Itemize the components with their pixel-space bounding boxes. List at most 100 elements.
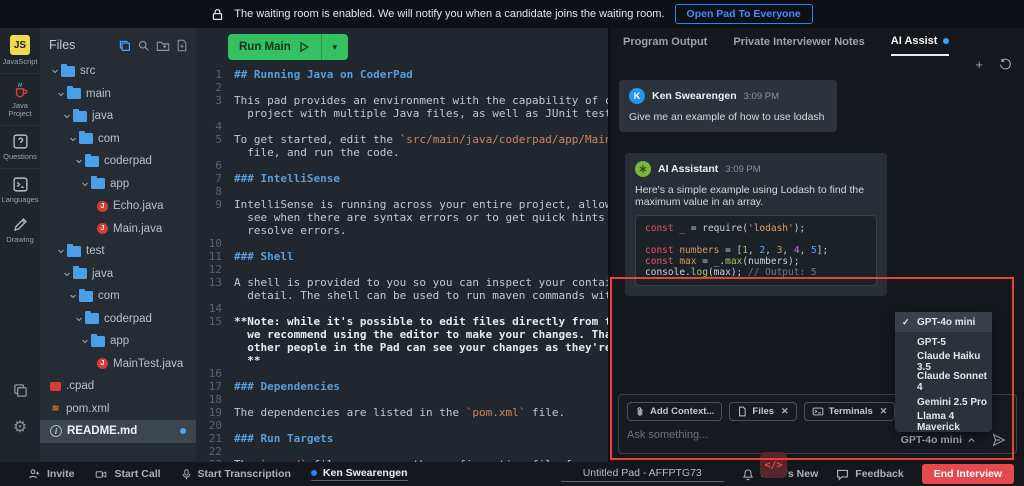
model-option-llama-4-maverick[interactable]: Llama 4 Maverick <box>895 412 992 432</box>
tab-program-output[interactable]: Program Output <box>623 36 707 56</box>
chevron-down-icon[interactable] <box>73 157 85 165</box>
tree-folder-coderpad[interactable]: coderpad <box>40 308 196 331</box>
editor-line[interactable]: 5To get started, edit the `src/main/java… <box>196 133 608 146</box>
sidebar-item-questions[interactable]: Questions <box>0 126 40 169</box>
editor-line[interactable]: 2 <box>196 81 608 94</box>
editor-line[interactable]: 17### Dependencies <box>196 380 608 393</box>
editor-line[interactable]: 19The dependencies are listed in the `po… <box>196 406 608 419</box>
editor-line[interactable]: see when there are syntax errors or to g… <box>196 211 608 224</box>
editor-line[interactable]: we recommend using the editor to make yo… <box>196 328 608 341</box>
sidebar-item-languages[interactable]: Languages <box>0 169 40 211</box>
model-option-claude-sonnet-4[interactable]: Claude Sonnet 4 <box>895 372 992 392</box>
chevron-down-icon[interactable] <box>79 337 91 345</box>
editor-line[interactable]: other people in the Pad can see your cha… <box>196 341 608 354</box>
editor-line[interactable]: 18 <box>196 393 608 406</box>
chevron-down-icon[interactable] <box>61 112 73 120</box>
tab-ai-assist[interactable]: AI Assist <box>891 36 950 56</box>
open-pad-button[interactable]: Open Pad To Everyone <box>675 4 813 24</box>
tree-folder-java[interactable]: java <box>40 263 196 286</box>
statusbar-start-transcription[interactable]: Start Transcription <box>181 468 291 481</box>
tree-folder-app[interactable]: app <box>40 173 196 196</box>
editor-line[interactable]: 8 <box>196 185 608 198</box>
editor-line[interactable]: project with multiple Java files, as wel… <box>196 107 608 120</box>
chip-close-icon[interactable]: ✕ <box>781 406 789 417</box>
run-main-button[interactable]: Run Main <box>228 34 321 60</box>
chevron-down-icon[interactable] <box>67 135 79 143</box>
tree-folder-main[interactable]: main <box>40 83 196 106</box>
chip-close-icon[interactable]: ✕ <box>880 406 888 417</box>
sidebar-item-javascript[interactable]: JSJavaScript <box>0 28 40 74</box>
end-interview-button[interactable]: End Interview <box>922 464 1014 484</box>
tree-folder-com[interactable]: com <box>40 285 196 308</box>
editor-line[interactable]: 6 <box>196 159 608 172</box>
tree-folder-app[interactable]: app <box>40 330 196 353</box>
tree-folder-test[interactable]: test <box>40 240 196 263</box>
tree-folder-java[interactable]: java <box>40 105 196 128</box>
model-option-gpt-4o-mini[interactable]: ✓GPT-4o mini <box>895 312 992 332</box>
sidebar-item-drawing[interactable]: Drawing <box>0 210 40 251</box>
new-file-icon[interactable] <box>176 39 188 52</box>
chip-terminals[interactable]: Terminals✕ <box>804 402 896 421</box>
chevron-down-icon[interactable] <box>49 67 61 75</box>
editor-line[interactable]: 22 <box>196 445 608 458</box>
editor-line[interactable]: 11### Shell <box>196 250 608 263</box>
tree-file-echo-java[interactable]: Echo.java <box>40 195 196 218</box>
tree-file-main-java[interactable]: Main.java <box>40 218 196 241</box>
tree-file-pom-xml[interactable]: ≋pom.xml <box>40 398 196 421</box>
send-icon[interactable] <box>992 433 1006 447</box>
copy-icon[interactable] <box>13 383 28 398</box>
chip-files[interactable]: Files✕ <box>729 402 796 421</box>
settings-gear-icon[interactable]: ⚙ <box>13 420 27 436</box>
tree-folder-coderpad[interactable]: coderpad <box>40 150 196 173</box>
editor-line[interactable]: 12 <box>196 263 608 276</box>
pad-name-input[interactable]: Untitled Pad - AFFPTG73 <box>561 466 724 482</box>
model-option-gpt-5[interactable]: GPT-5 <box>895 332 992 352</box>
chip-add-context-[interactable]: Add Context... <box>627 402 722 421</box>
editor-line[interactable]: 15**Note: while it's possible to edit fi… <box>196 315 608 328</box>
tree-folder-com[interactable]: com <box>40 128 196 151</box>
run-options-caret[interactable]: ▾ <box>321 34 348 60</box>
editor-line[interactable]: resolve errors. <box>196 224 608 237</box>
duplicate-files-icon[interactable] <box>118 39 131 52</box>
tree-file-readme-md[interactable]: iREADME.md <box>40 420 196 443</box>
sidebar-item-java-project[interactable]: Java Project <box>0 74 40 126</box>
editor-line[interactable]: 3This pad provides an environment with t… <box>196 94 608 107</box>
statusbar-invite[interactable]: Invite <box>28 468 74 480</box>
model-option-claude-haiku-3-5[interactable]: Claude Haiku 3.5 <box>895 352 992 372</box>
model-option-gemini-2-5-pro[interactable]: Gemini 2.5 Pro <box>895 392 992 412</box>
current-user[interactable]: Ken Swearengen <box>311 467 408 481</box>
editor-line[interactable]: 13A shell is provided to you so you can … <box>196 276 608 289</box>
tree-file-maintest-java[interactable]: MainTest.java <box>40 353 196 376</box>
tree-item-name: java <box>92 110 113 122</box>
editor-line[interactable]: 20 <box>196 419 608 432</box>
editor-line[interactable]: 21### Run Targets <box>196 432 608 445</box>
tree-file--cpad[interactable]: .cpad <box>40 375 196 398</box>
editor-line[interactable]: 9IntelliSense is running across your ent… <box>196 198 608 211</box>
chevron-down-icon[interactable] <box>55 90 67 98</box>
editor-line[interactable]: 16 <box>196 367 608 380</box>
new-chat-plus-icon[interactable]: + <box>975 58 983 71</box>
statusbar-start-call[interactable]: Start Call <box>94 468 160 480</box>
chevron-down-icon[interactable] <box>55 247 67 255</box>
editor-line[interactable]: 10 <box>196 237 608 250</box>
code-editor[interactable]: Run Main ▾ 1## Running Java on CoderPad2… <box>196 28 611 462</box>
chevron-down-icon[interactable] <box>67 292 79 300</box>
history-icon[interactable] <box>999 58 1012 71</box>
editor-line[interactable]: detail. The shell can be used to run mav… <box>196 289 608 302</box>
editor-line[interactable]: file, and run the code. <box>196 146 608 159</box>
tab-private-interviewer-notes[interactable]: Private Interviewer Notes <box>733 36 864 56</box>
model-selector[interactable]: GPT-4o mini <box>901 434 976 446</box>
editor-line[interactable]: 1## Running Java on CoderPad <box>196 68 608 81</box>
editor-line[interactable]: 23The `.cpad` file serves as the configu… <box>196 458 608 462</box>
chevron-down-icon[interactable] <box>61 270 73 278</box>
editor-line[interactable]: 4 <box>196 120 608 133</box>
tree-folder-src[interactable]: src <box>40 60 196 83</box>
new-folder-icon[interactable] <box>156 39 170 52</box>
chevron-down-icon[interactable] <box>73 315 85 323</box>
search-icon[interactable] <box>137 39 150 52</box>
editor-line[interactable]: 7### IntelliSense <box>196 172 608 185</box>
editor-line[interactable]: 14 <box>196 302 608 315</box>
feedback-button[interactable]: Feedback <box>836 468 903 481</box>
chevron-down-icon[interactable] <box>79 180 91 188</box>
editor-line[interactable]: ** <box>196 354 608 367</box>
